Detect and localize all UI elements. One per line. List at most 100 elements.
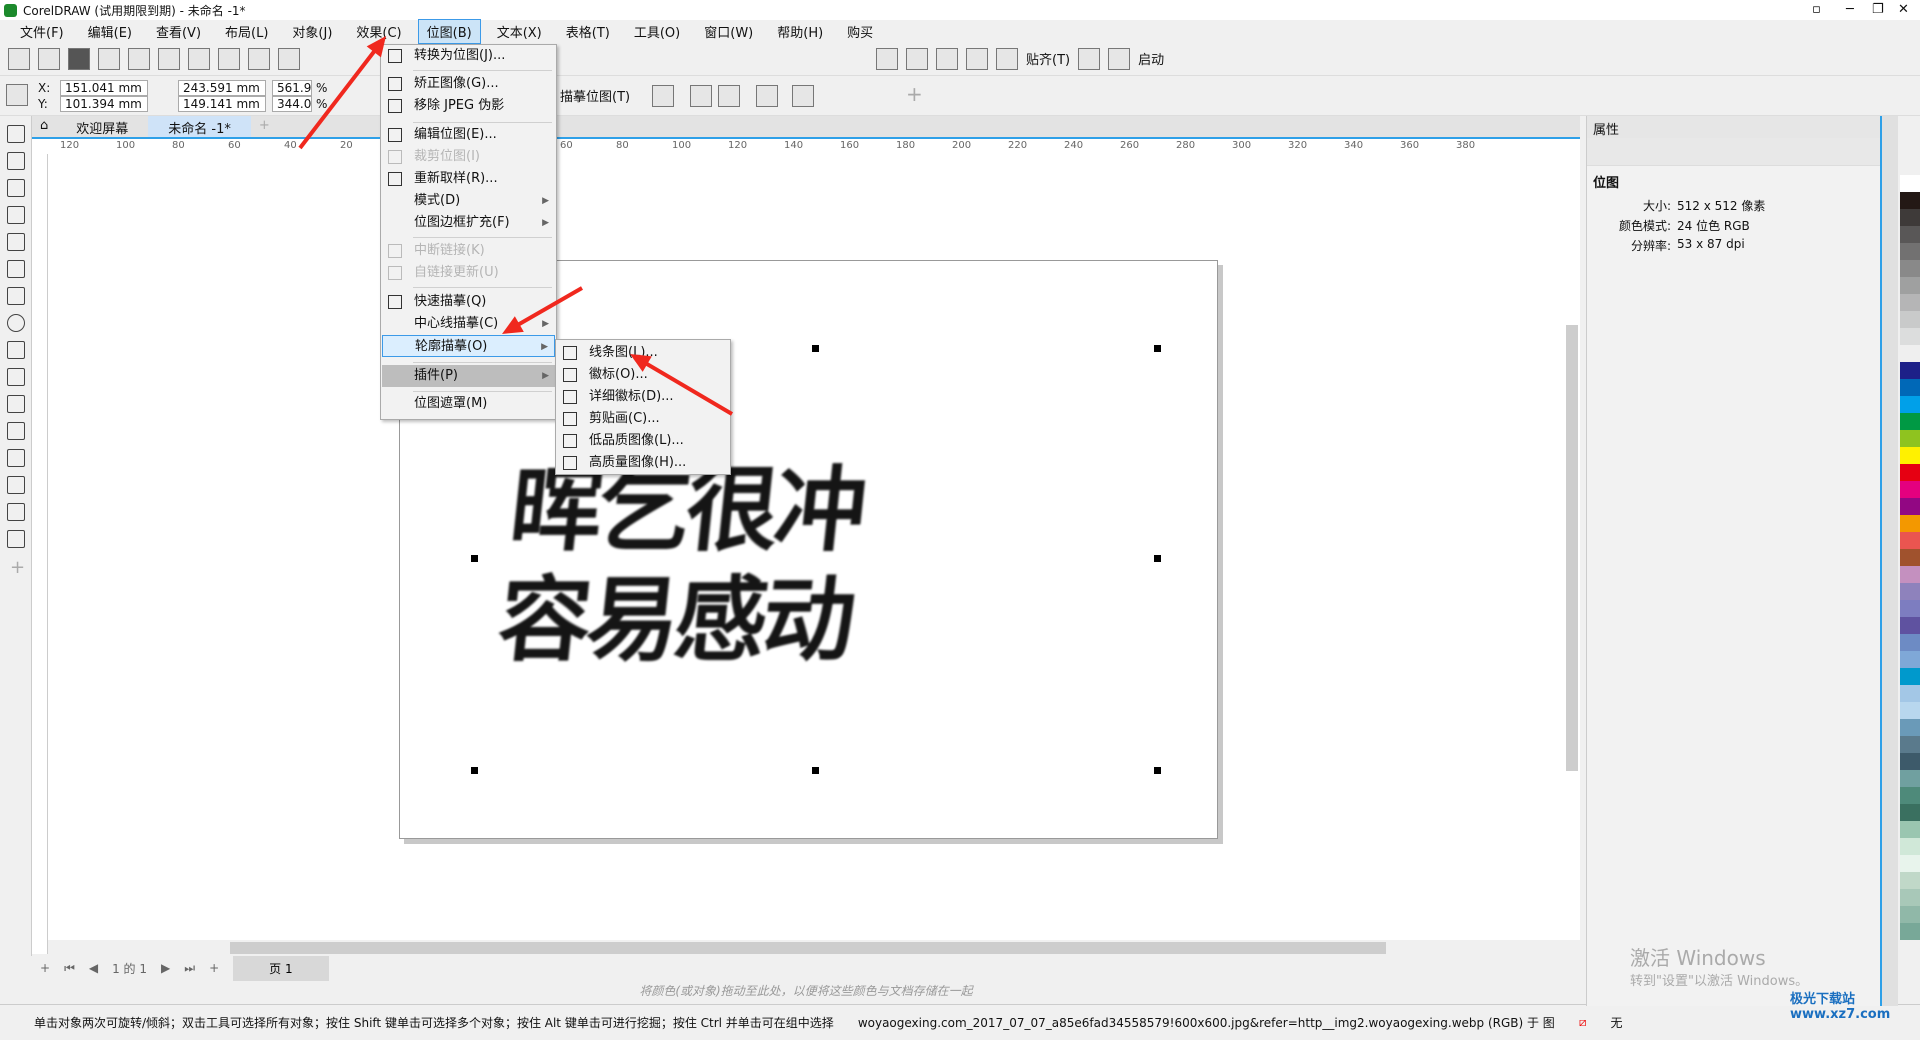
selection-handle[interactable]	[1154, 767, 1161, 774]
y-position-field[interactable]: 101.394 mm	[60, 96, 148, 112]
docker-side-tabs[interactable]	[1880, 116, 1898, 1006]
menu-tools[interactable]: 工具(O)	[626, 20, 688, 43]
prev-page-icon[interactable]: ◀	[89, 961, 98, 975]
ellipse-tool-icon[interactable]	[7, 314, 25, 332]
palette-swatch[interactable]	[1900, 736, 1920, 753]
palette-swatch[interactable]	[1900, 668, 1920, 685]
palette-swatch[interactable]	[1900, 651, 1920, 668]
menu-buy[interactable]: 购买	[839, 20, 881, 43]
eyedropper-icon[interactable]	[7, 503, 25, 521]
selection-handle[interactable]	[812, 345, 819, 352]
palette-swatch[interactable]	[1900, 753, 1920, 770]
calligraphy-bitmap[interactable]: 晖乞很冲 容易感动	[493, 455, 1036, 675]
polygon-tool-icon[interactable]	[7, 341, 25, 359]
menu-item[interactable]: 裁剪位图(I)	[382, 146, 555, 168]
vertical-ruler[interactable]	[32, 154, 48, 954]
text-tool-icon[interactable]	[7, 368, 25, 386]
scale-y-field[interactable]: 344.0	[272, 96, 312, 112]
palette-swatch[interactable]	[1900, 226, 1920, 243]
selection-handle[interactable]	[1154, 345, 1161, 352]
grid-icon[interactable]	[936, 47, 958, 70]
crop-bitmap-icon[interactable]	[690, 85, 712, 107]
palette-swatch[interactable]	[1900, 566, 1920, 583]
menu-item[interactable]: 位图遮罩(M)	[382, 393, 555, 415]
maximize-button[interactable]: ❐	[1872, 2, 1884, 17]
minimize-button[interactable]: ─	[1846, 2, 1854, 17]
horizontal-scrollbar[interactable]	[230, 942, 1386, 954]
interactive-fill-icon[interactable]	[7, 530, 25, 548]
palette-swatch[interactable]	[1900, 532, 1920, 549]
palette-swatch[interactable]	[1900, 515, 1920, 532]
palette-swatch[interactable]	[1900, 617, 1920, 634]
palette-swatch[interactable]	[1900, 345, 1920, 362]
cloud-upload-icon[interactable]	[128, 47, 150, 70]
rectangle-tool-icon[interactable]	[7, 287, 25, 305]
width-field[interactable]: 243.591 mm	[178, 80, 266, 96]
menu-item[interactable]: 轮廓描摹(O) ▶	[382, 335, 555, 357]
palette-swatch[interactable]	[1900, 430, 1920, 447]
menu-text[interactable]: 文本(X)	[489, 20, 550, 43]
page-tab-1[interactable]: 页 1	[233, 955, 329, 981]
add-icon[interactable]: +	[906, 82, 923, 106]
submenu-item[interactable]: 高质量图像(H)...	[557, 452, 729, 474]
palette-swatch[interactable]	[1900, 362, 1920, 379]
tab-untitled-1[interactable]: 未命名 -1*	[148, 116, 251, 137]
menu-help[interactable]: 帮助(H)	[769, 20, 831, 43]
menu-table[interactable]: 表格(T)	[558, 20, 618, 43]
guidelines-icon[interactable]	[966, 47, 988, 70]
palette-swatch[interactable]	[1900, 549, 1920, 566]
object-origin-icon[interactable]	[6, 84, 28, 106]
full-screen-icon[interactable]	[876, 47, 898, 70]
menu-item[interactable]: 编辑位图(E)...	[382, 124, 555, 146]
palette-swatch[interactable]	[1900, 209, 1920, 226]
palette-swatch[interactable]	[1900, 634, 1920, 651]
vertical-scrollbar[interactable]	[1566, 325, 1578, 771]
menu-item[interactable]: 中断链接(K)	[382, 240, 555, 262]
menu-layout[interactable]: 布局(L)	[217, 20, 276, 43]
menu-item[interactable]: 快速描摹(Q)	[382, 291, 555, 313]
submenu-item[interactable]: 线条图(L)...	[557, 342, 729, 364]
drop-shadow-icon[interactable]	[7, 449, 25, 467]
menu-edit[interactable]: 编辑(E)	[80, 20, 140, 43]
selection-handle[interactable]	[1154, 555, 1161, 562]
palette-swatch[interactable]	[1900, 175, 1920, 192]
submenu-item[interactable]: 低品质图像(L)...	[557, 430, 729, 452]
menu-object[interactable]: 对象(J)	[284, 20, 340, 43]
menu-item[interactable]: 自链接更新(U)	[382, 262, 555, 284]
menu-item[interactable]: 重新取样(R)...	[382, 168, 555, 190]
submenu-item[interactable]: 剪贴画(C)...	[557, 408, 729, 430]
new-document-icon[interactable]	[8, 47, 30, 70]
palette-swatch[interactable]	[1900, 855, 1920, 872]
palette-swatch[interactable]	[1900, 498, 1920, 515]
launch-dropdown[interactable]: 启动	[1138, 49, 1164, 68]
submenu-item[interactable]: 详细徽标(D)...	[557, 386, 729, 408]
edit-bitmap-icon[interactable]	[652, 85, 674, 107]
artistic-media-icon[interactable]	[7, 260, 25, 278]
home-icon[interactable]: ⌂	[32, 116, 56, 137]
add-tool-icon[interactable]: +	[10, 557, 25, 578]
menu-file[interactable]: 文件(F)	[12, 20, 72, 43]
add-page-after-icon[interactable]: +	[209, 961, 219, 975]
palette-swatch[interactable]	[1900, 770, 1920, 787]
menu-item[interactable]: 模式(D) ▶	[382, 190, 555, 212]
scale-x-field[interactable]: 561.9	[272, 80, 312, 96]
add-page-before-icon[interactable]: +	[40, 961, 50, 975]
freehand-tool-icon[interactable]	[7, 233, 25, 251]
bitmap-border-icon[interactable]	[756, 85, 778, 107]
zoom-tool-icon[interactable]	[7, 206, 25, 224]
snap-off-icon[interactable]	[996, 47, 1018, 70]
selection-handle[interactable]	[471, 767, 478, 774]
palette-swatch[interactable]	[1900, 294, 1920, 311]
open-icon[interactable]	[38, 47, 60, 70]
restore-small-icon[interactable]: ▫	[1812, 2, 1821, 17]
palette-swatch[interactable]	[1900, 481, 1920, 498]
first-page-icon[interactable]: ⏮	[64, 961, 75, 976]
palette-swatch[interactable]	[1900, 413, 1920, 430]
application-launcher-icon[interactable]	[1108, 47, 1131, 70]
menu-bitmaps[interactable]: 位图(B)	[417, 18, 481, 44]
submenu-item[interactable]: 徽标(O)...	[557, 364, 729, 386]
snap-to-dropdown[interactable]: 贴齐(T)	[1026, 49, 1070, 68]
add-tab-icon[interactable]: +	[251, 116, 278, 137]
dimension-tool-icon[interactable]	[7, 395, 25, 413]
wrap-text-icon[interactable]	[792, 85, 814, 107]
